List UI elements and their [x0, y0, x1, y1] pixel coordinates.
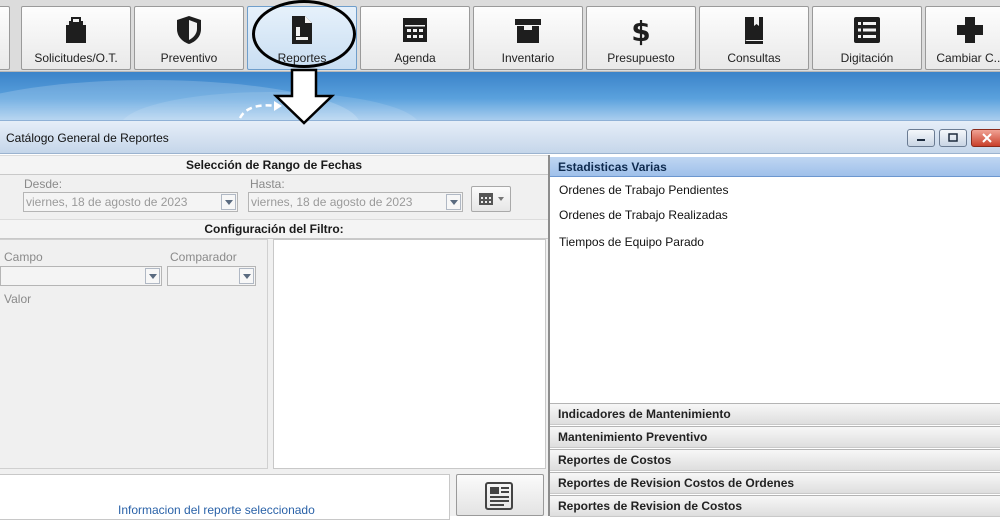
maximize-button[interactable]	[939, 129, 967, 147]
field-label: Campo	[4, 250, 43, 264]
to-label: Hasta:	[250, 177, 285, 191]
from-date-picker[interactable]: viernes, 18 de agosto de 2023	[23, 192, 238, 212]
chevron-down-icon[interactable]	[221, 194, 236, 210]
close-icon	[982, 133, 992, 143]
window-title-bar: Catálogo General de Reportes	[0, 120, 1000, 154]
comparator-combo[interactable]	[167, 266, 256, 286]
toolbar-button-label: Digitación	[840, 51, 894, 65]
generate-report-button[interactable]	[456, 474, 544, 516]
from-date-value: viernes, 18 de agosto de 2023	[26, 195, 188, 209]
group-header-revision-costos[interactable]: Reportes de Revision de Costos	[550, 495, 1000, 517]
group-header-preventivo[interactable]: Mantenimiento Preventivo	[550, 426, 1000, 448]
toolbar-button-label: Presupuesto	[607, 51, 675, 65]
toolbar-button-digitacion[interactable]: Digitación	[812, 6, 922, 70]
header-banner	[0, 72, 1000, 120]
chevron-down-icon[interactable]	[239, 268, 254, 284]
toolbar-button-partial[interactable]	[0, 6, 10, 70]
calendar-options-button[interactable]	[471, 186, 511, 212]
chevron-down-icon[interactable]	[145, 268, 160, 284]
plus-icon	[957, 17, 983, 43]
toolbar-button-inventario[interactable]: Inventario	[473, 6, 583, 70]
chevron-down-icon[interactable]	[446, 194, 461, 210]
filter-list-box[interactable]	[273, 239, 546, 469]
clipboard-icon	[66, 17, 86, 43]
toolbar-button-solicitudes[interactable]: Solicitudes/O.T.	[21, 6, 131, 70]
toolbar-button-label: Solicitudes/O.T.	[34, 51, 118, 65]
group-header-indicadores[interactable]: Indicadores de Mantenimiento	[550, 403, 1000, 425]
book-icon	[745, 17, 763, 44]
comparator-label: Comparador	[170, 250, 237, 264]
dashed-arrow-icon	[238, 101, 282, 119]
report-catalog-panel: Estadisticas Varias Ordenes de Trabajo P…	[548, 155, 1000, 517]
field-combo[interactable]	[0, 266, 162, 286]
report-info-link[interactable]: Informacion del reporte seleccionado	[118, 503, 315, 517]
maximize-icon	[948, 133, 958, 142]
toolbar-button-preventivo[interactable]: Preventivo	[134, 6, 244, 70]
list-icon	[854, 17, 880, 43]
toolbar-button-label: Reportes	[277, 51, 327, 65]
toolbar-button-presupuesto[interactable]: $ Presupuesto	[586, 6, 696, 70]
to-date-picker[interactable]: viernes, 18 de agosto de 2023	[248, 192, 463, 212]
close-button[interactable]	[971, 129, 1000, 147]
date-range-header: Selección de Rango de Fechas	[0, 155, 548, 175]
shield-icon	[177, 16, 201, 44]
svg-text:$: $	[631, 15, 650, 47]
report-item[interactable]: Tiempos de Equipo Parado	[559, 235, 704, 249]
box-icon	[515, 19, 541, 43]
chevron-down-icon	[498, 197, 504, 201]
toolbar-button-label: Inventario	[501, 51, 555, 65]
newspaper-icon	[485, 482, 513, 510]
minimize-button[interactable]	[907, 129, 935, 147]
report-parameters-panel: Selección de Rango de Fechas Desde: vier…	[0, 155, 548, 520]
toolbar-button-label: Cambiar C...	[936, 51, 1000, 65]
main-toolbar: Solicitudes/O.T. Preventivo Reportes Age…	[0, 0, 1000, 72]
value-label: Valor	[4, 292, 32, 306]
toolbar-button-cambiar[interactable]: Cambiar C...	[925, 6, 1000, 70]
group-header-revision-costos-ordenes[interactable]: Reportes de Revision Costos de Ordenes	[550, 472, 1000, 494]
window-title: Catálogo General de Reportes	[6, 131, 169, 145]
minimize-icon	[917, 139, 925, 141]
dollar-icon: $	[631, 15, 650, 47]
toolbar-button-label: Preventivo	[160, 51, 218, 65]
filter-config-header: Configuración del Filtro:	[0, 219, 548, 239]
report-document-icon	[292, 16, 312, 44]
group-header-estadisticas[interactable]: Estadisticas Varias	[550, 157, 1000, 177]
group-header-costos[interactable]: Reportes de Costos	[550, 449, 1000, 471]
toolbar-button-label: Consultas	[727, 51, 781, 65]
calendar-grid-icon	[403, 18, 427, 42]
report-item[interactable]: Ordenes de Trabajo Pendientes	[559, 183, 728, 197]
toolbar-button-consultas[interactable]: Consultas	[699, 6, 809, 70]
to-date-value: viernes, 18 de agosto de 2023	[251, 195, 413, 209]
toolbar-button-label: Agenda	[394, 51, 436, 65]
from-label: Desde:	[24, 177, 63, 191]
toolbar-button-agenda[interactable]: Agenda	[360, 6, 470, 70]
toolbar-button-reportes[interactable]: Reportes	[247, 6, 357, 70]
calendar-icon	[479, 193, 493, 205]
report-item[interactable]: Ordenes de Trabajo Realizadas	[559, 208, 728, 222]
